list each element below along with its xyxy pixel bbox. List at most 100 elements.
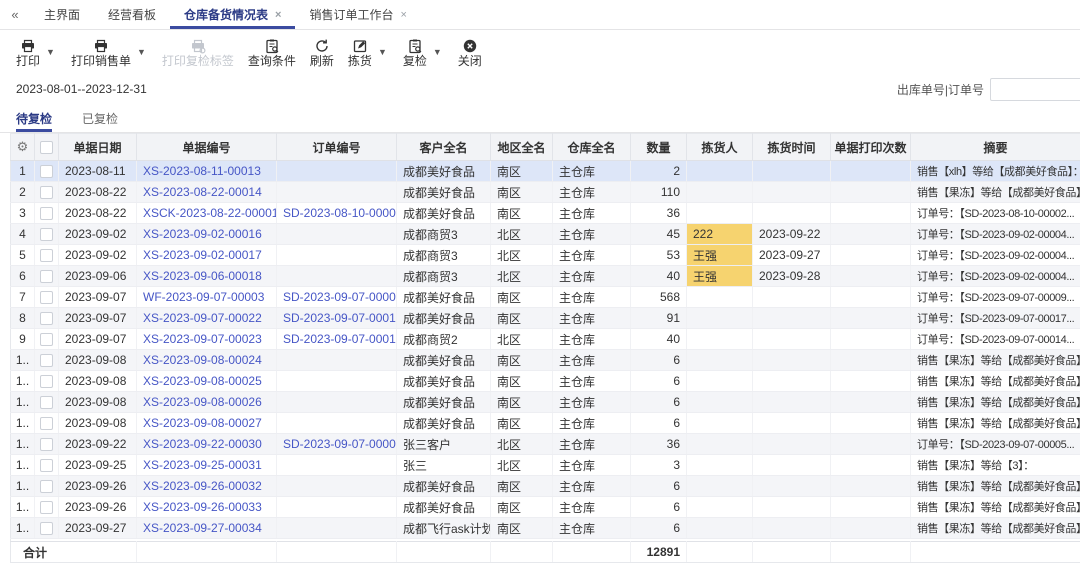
doc-number-link[interactable]: XS-2023-08-11-00013 [143, 164, 261, 178]
chevron-down-icon[interactable]: ▼ [137, 47, 146, 57]
column-header-8[interactable]: 拣货人 [686, 133, 753, 161]
doc-number-link[interactable]: XS-2023-09-07-00023 [143, 332, 262, 346]
row-checkbox[interactable] [40, 186, 53, 200]
row-checkbox[interactable] [40, 312, 53, 326]
select-all-checkbox[interactable] [40, 141, 53, 155]
row-checkbox[interactable] [40, 396, 53, 410]
column-header-6[interactable]: 仓库全名 [552, 133, 631, 161]
toolbar-button-拣货[interactable]: 拣货 ▼ [348, 38, 389, 67]
doc-number-link[interactable]: XS-2023-09-08-00024 [143, 353, 262, 367]
table-row[interactable]: 1.. 2023-09-22 XS-2023-09-22-00030 SD-2023-… [10, 433, 1080, 455]
subtab-2[interactable]: 已复检 [82, 104, 118, 132]
table-row[interactable]: 1.. 2023-09-08 XS-2023-09-08-00026 成都美好食品 南区… [10, 391, 1080, 413]
table-row[interactable]: 5 2023-09-02 XS-2023-09-02-00017 成都商贸3 北区 主仓库… [10, 244, 1080, 266]
doc-number-link[interactable]: XS-2023-09-27-00034 [143, 521, 262, 535]
column-header-11[interactable]: 摘要 [910, 133, 1080, 161]
doc-number-link[interactable]: XSCK-2023-08-22-00001 [143, 206, 276, 220]
row-checkbox[interactable] [40, 417, 53, 431]
tab-2[interactable]: 经营看板 [94, 0, 170, 29]
chevron-down-icon[interactable]: ▼ [46, 47, 55, 57]
table-row[interactable]: 2 2023-08-22 XS-2023-08-22-00014 成都美好食品 南区 主仓… [10, 181, 1080, 203]
column-header-4[interactable]: 客户全名 [396, 133, 491, 161]
table-row[interactable]: 1 2023-08-11 XS-2023-08-11-00013 成都美好食品 南区 主仓… [10, 160, 1080, 182]
toolbar-button-打印销售单[interactable]: 打印销售单 ▼ [71, 38, 148, 67]
chevron-down-icon[interactable]: ▼ [433, 47, 442, 57]
toolbar-button-刷新[interactable]: 刷新 [310, 38, 334, 67]
table-row[interactable]: 1.. 2023-09-26 XS-2023-09-26-00033 成都美好食品 南区… [10, 496, 1080, 518]
column-header-5[interactable]: 地区全名 [490, 133, 553, 161]
table-row[interactable]: 3 2023-08-22 XSCK-2023-08-22-00001 SD-2023-… [10, 202, 1080, 224]
toolbar-button-关闭[interactable]: 关闭 [458, 38, 482, 67]
doc-number-link[interactable]: XS-2023-09-22-00030 [143, 437, 262, 451]
doc-number-link[interactable]: XS-2023-09-02-00017 [143, 248, 262, 262]
column-header-9[interactable]: 拣货时间 [752, 133, 831, 161]
doc-number-link[interactable]: XS-2023-09-08-00027 [143, 416, 262, 430]
row-checkbox[interactable] [40, 501, 53, 515]
row-checkbox[interactable] [40, 375, 53, 389]
doc-number-link[interactable]: XS-2023-09-02-00016 [143, 227, 262, 241]
row-checkbox[interactable] [40, 165, 53, 179]
table-row[interactable]: 7 2023-09-07 WF-2023-09-07-00003 SD-2023-09… [10, 286, 1080, 308]
cell-doc-number: XS-2023-09-08-00025 [136, 370, 277, 392]
doc-number-link[interactable]: XS-2023-08-22-00014 [143, 185, 262, 199]
column-header-3[interactable]: 订单编号 [276, 133, 397, 161]
order-number-link[interactable]: SD-2023-09-07-00017 [283, 311, 396, 325]
tab-close-icon[interactable]: × [275, 9, 281, 21]
row-number: 2 [10, 181, 35, 203]
chevron-down-icon[interactable]: ▼ [378, 47, 387, 57]
table-row[interactable]: 1.. 2023-09-08 XS-2023-09-08-00024 成都美好食品 南区… [10, 349, 1080, 371]
table-row[interactable]: 1.. 2023-09-08 XS-2023-09-08-00027 成都美好食品 南区… [10, 412, 1080, 434]
table-row[interactable]: 8 2023-09-07 XS-2023-09-07-00022 SD-2023-09… [10, 307, 1080, 329]
search-input[interactable] [990, 77, 1080, 101]
column-header-10[interactable]: 单据打印次数 [830, 133, 911, 161]
doc-number-link[interactable]: XS-2023-09-08-00026 [143, 395, 262, 409]
column-settings-gear-icon[interactable]: ⚙ [10, 133, 35, 161]
doc-number-link[interactable]: WF-2023-09-07-00003 [143, 290, 264, 304]
order-number-link[interactable]: SD-2023-09-07-00009 [283, 290, 396, 304]
doc-number-link[interactable]: XS-2023-09-08-00025 [143, 374, 262, 388]
table-row[interactable]: 9 2023-09-07 XS-2023-09-07-00023 SD-2023-09… [10, 328, 1080, 350]
tab-3[interactable]: 仓库备货情况表 × [170, 0, 295, 29]
table-row[interactable]: 6 2023-09-06 XS-2023-09-06-00018 成都商贸3 北区 主仓库… [10, 265, 1080, 287]
doc-number-link[interactable]: XS-2023-09-06-00018 [143, 269, 262, 283]
row-checkbox[interactable] [40, 480, 53, 494]
row-checkbox[interactable] [40, 333, 53, 347]
column-header-2[interactable]: 单据编号 [136, 133, 277, 161]
row-checkbox[interactable] [40, 270, 53, 284]
tab-close-icon[interactable]: × [401, 9, 407, 21]
tab-1[interactable]: 主界面 [30, 0, 94, 29]
doc-number-link[interactable]: XS-2023-09-26-00033 [143, 500, 262, 514]
toolbar-button-复检[interactable]: 复检 ▼ [403, 38, 444, 67]
row-checkbox[interactable] [40, 438, 53, 452]
row-checkbox[interactable] [40, 522, 53, 536]
table-row[interactable]: 4 2023-09-02 XS-2023-09-02-00016 成都商贸3 北区 主仓库… [10, 223, 1080, 245]
subtab-1[interactable]: 待复检 [16, 104, 52, 132]
table-row[interactable]: 1.. 2023-09-26 XS-2023-09-26-00032 成都美好食品 南区… [10, 475, 1080, 497]
toolbar-button-打印[interactable]: 打印 ▼ [16, 38, 57, 67]
row-checkbox[interactable] [40, 249, 53, 263]
order-number-link[interactable]: SD-2023-09-07-00005 [283, 437, 396, 451]
column-header-1[interactable]: 单据日期 [58, 133, 137, 161]
order-number-link[interactable]: SD-2023-09-07-00014 [283, 332, 396, 346]
cell-print-count [830, 286, 911, 308]
order-number-link[interactable]: SD-2023-08-10-00002 [283, 206, 396, 220]
tab-4[interactable]: 销售订单工作台 × [295, 0, 420, 29]
doc-number-link[interactable]: XS-2023-09-25-00031 [143, 458, 262, 472]
cell-warehouse: 主仓库 [552, 265, 631, 287]
collapse-sidebar-icon[interactable]: « [0, 0, 30, 29]
doc-number-link[interactable]: XS-2023-09-07-00022 [143, 311, 262, 325]
toolbar-button-查询条件[interactable]: 查询条件 [248, 38, 296, 67]
cell-pick-time [752, 202, 831, 224]
column-header-7[interactable]: 数量 [630, 133, 687, 161]
row-checkbox[interactable] [40, 354, 53, 368]
row-checkbox-cell [34, 349, 59, 371]
row-checkbox[interactable] [40, 291, 53, 305]
row-checkbox[interactable] [40, 228, 53, 242]
date-range-filter[interactable]: 2023-08-01--2023-12-31 [16, 82, 147, 96]
row-checkbox[interactable] [40, 207, 53, 221]
row-checkbox[interactable] [40, 459, 53, 473]
table-row[interactable]: 1.. 2023-09-27 XS-2023-09-27-00034 成都飞行ask计… [10, 517, 1080, 539]
table-row[interactable]: 1.. 2023-09-25 XS-2023-09-25-00031 张三 北区 主仓库 3… [10, 454, 1080, 476]
table-row[interactable]: 1.. 2023-09-08 XS-2023-09-08-00025 成都美好食品 南区… [10, 370, 1080, 392]
doc-number-link[interactable]: XS-2023-09-26-00032 [143, 479, 262, 493]
